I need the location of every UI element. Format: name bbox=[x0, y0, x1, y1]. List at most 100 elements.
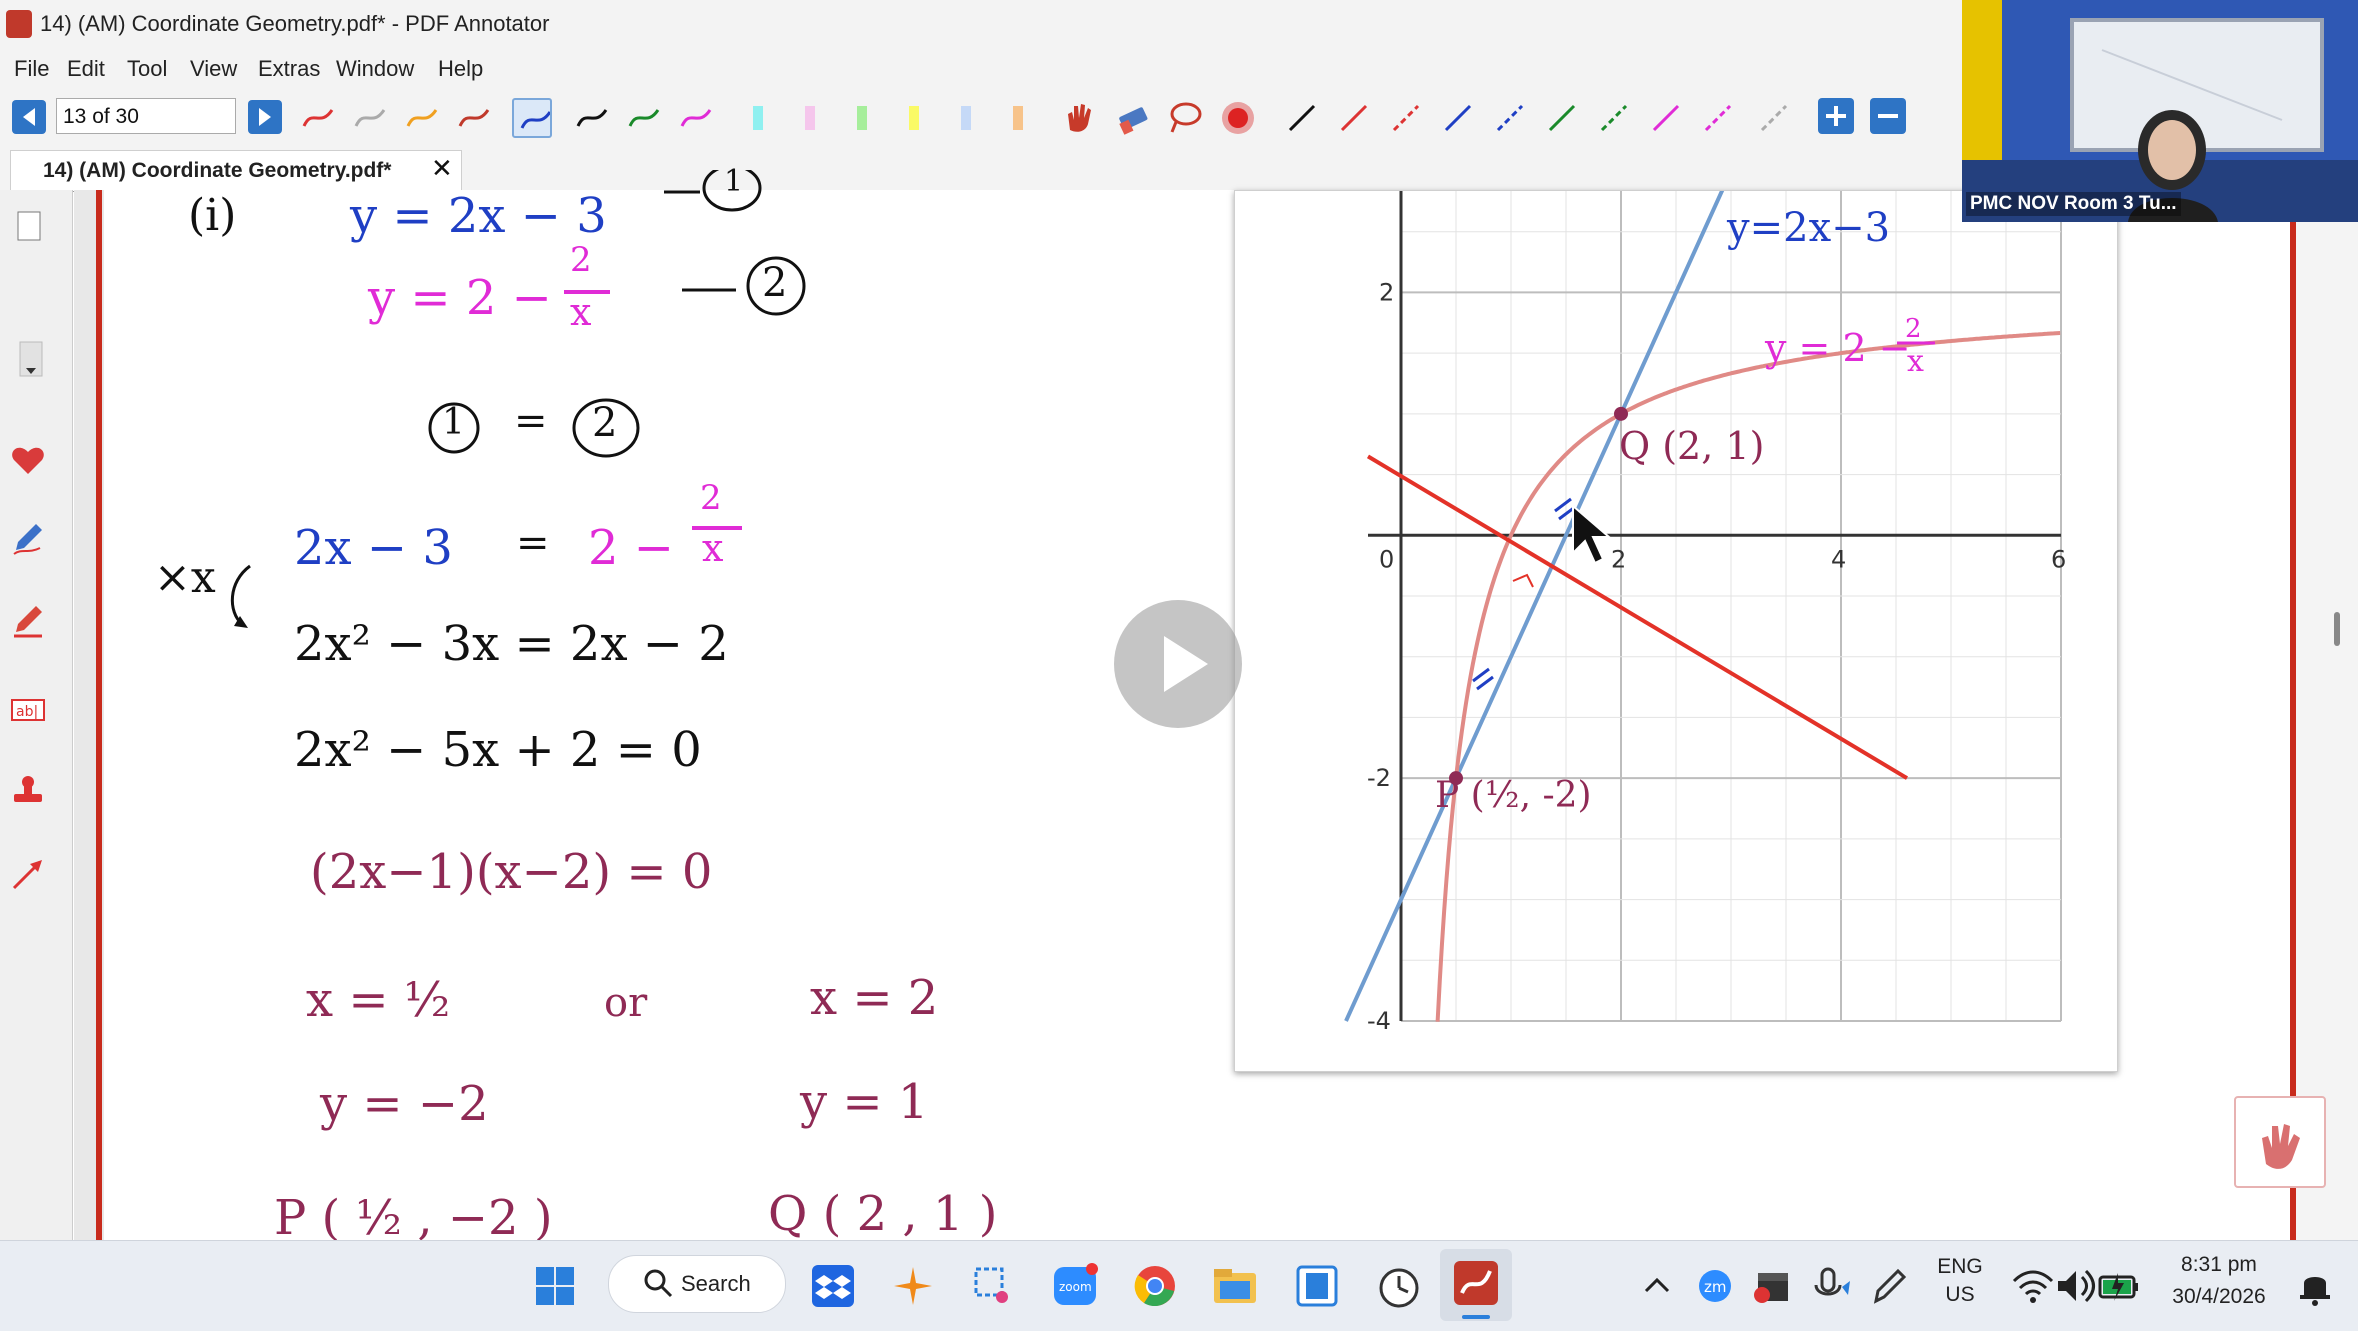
snipping-tool-icon[interactable] bbox=[968, 1261, 1018, 1311]
marker-icon[interactable] bbox=[8, 600, 48, 640]
menu-tool[interactable]: Tool bbox=[127, 56, 167, 82]
highlighter-cyan-icon[interactable] bbox=[744, 98, 784, 138]
line-black-icon[interactable] bbox=[1282, 98, 1322, 138]
windows-start-icon[interactable] bbox=[530, 1261, 580, 1311]
label-p: P (½, -2) bbox=[1435, 775, 1592, 816]
equation-2-denominator: x bbox=[570, 290, 592, 334]
line-green-icon[interactable] bbox=[1542, 98, 1582, 138]
menu-help[interactable]: Help bbox=[438, 56, 483, 82]
scroll-up-down-icon[interactable] bbox=[8, 338, 48, 378]
menu-extras[interactable]: Extras bbox=[258, 56, 320, 82]
multiply-x-note: ×x bbox=[154, 552, 216, 603]
series-line-y=2x-3 bbox=[1344, 191, 1725, 1022]
zoom-app-icon[interactable]: zoom bbox=[1050, 1261, 1100, 1311]
pen-darkred-icon[interactable] bbox=[454, 98, 494, 138]
chrome-icon[interactable] bbox=[1130, 1261, 1180, 1311]
clock-time[interactable]: 8:31 pm bbox=[2154, 1253, 2284, 1277]
previous-page-button[interactable] bbox=[12, 100, 46, 134]
pen-blue-icon[interactable] bbox=[512, 98, 552, 138]
raise-hand-button[interactable] bbox=[2234, 1096, 2326, 1188]
whiteboard-app-icon[interactable] bbox=[1292, 1261, 1342, 1311]
pen-orange-icon[interactable] bbox=[402, 98, 442, 138]
highlighter-green-icon[interactable] bbox=[848, 98, 888, 138]
dashed-line-red-icon[interactable] bbox=[1386, 98, 1426, 138]
heart-favorite-icon[interactable] bbox=[8, 440, 48, 480]
language-line-2[interactable]: US bbox=[1920, 1283, 2000, 1307]
step-3: 2x² − 5x + 2 = 0 bbox=[294, 722, 702, 778]
raise-hand-icon bbox=[2262, 1124, 2300, 1169]
highlighter-pink-icon[interactable] bbox=[796, 98, 836, 138]
step-1-equals: = bbox=[516, 520, 550, 566]
battery-charging-icon[interactable] bbox=[2094, 1261, 2144, 1311]
pen-magenta-icon[interactable] bbox=[676, 98, 716, 138]
page-number-input[interactable]: 13 of 30 bbox=[56, 98, 236, 134]
pdf-annotator-taskbar-button[interactable] bbox=[1440, 1249, 1512, 1321]
dashed-line-green-icon[interactable] bbox=[1594, 98, 1634, 138]
highlighter-yellow-icon[interactable] bbox=[900, 98, 940, 138]
file-explorer-icon[interactable] bbox=[1210, 1261, 1260, 1311]
text-box-icon[interactable]: ab| bbox=[8, 690, 48, 730]
gift-tray-icon[interactable] bbox=[1748, 1261, 1798, 1311]
step-1-numerator: 2 bbox=[700, 478, 722, 518]
zoom-tray-icon[interactable]: zm bbox=[1690, 1261, 1740, 1311]
notification-bell-icon[interactable] bbox=[2290, 1261, 2340, 1311]
clock-date[interactable]: 30/4/2026 bbox=[2154, 1285, 2284, 1309]
menu-window[interactable]: Window bbox=[336, 56, 414, 82]
solution-or: or bbox=[604, 980, 648, 1026]
tab-coordinate-geometry[interactable]: 14) (AM) Coordinate Geometry.pdf* ✕ bbox=[10, 150, 462, 191]
highlighter-blue-icon[interactable] bbox=[952, 98, 992, 138]
x-tick-label: 6 bbox=[2051, 545, 2066, 573]
hand-tool-icon[interactable] bbox=[1060, 98, 1100, 138]
page-thumbnail-icon[interactable] bbox=[8, 206, 48, 246]
curve-label-numerator: 2 bbox=[1905, 314, 1922, 344]
lasso-icon[interactable] bbox=[1164, 98, 1204, 138]
zoom-out-button[interactable] bbox=[1870, 98, 1906, 134]
pen-tray-icon[interactable] bbox=[1864, 1261, 1914, 1311]
eraser-icon[interactable] bbox=[1112, 98, 1152, 138]
line-red-icon[interactable] bbox=[1334, 98, 1374, 138]
dashed-line-grey-icon[interactable] bbox=[1754, 98, 1794, 138]
language-line-1[interactable]: ENG bbox=[1920, 1255, 2000, 1279]
equate-b-label: 2 bbox=[592, 400, 618, 446]
menu-edit[interactable]: Edit bbox=[67, 56, 105, 82]
stamp-icon[interactable] bbox=[8, 770, 48, 810]
record-icon[interactable] bbox=[1218, 98, 1258, 138]
pencil-icon[interactable] bbox=[8, 518, 48, 558]
highlighter-orange-icon[interactable] bbox=[1004, 98, 1044, 138]
dashed-line-magenta-icon[interactable] bbox=[1698, 98, 1738, 138]
equate-a-label: 1 bbox=[442, 402, 465, 443]
speaker-icon[interactable] bbox=[2050, 1261, 2100, 1311]
line-blue-icon[interactable] bbox=[1438, 98, 1478, 138]
pen-green-icon[interactable] bbox=[624, 98, 664, 138]
dash-icon bbox=[682, 256, 806, 316]
pen-grey-icon[interactable] bbox=[350, 98, 390, 138]
graph-image[interactable]: 0 2 4 6 2 -2 -4 y=2x−3 y = 2 − 2 x Q (2, 1) P … bbox=[1234, 190, 2118, 1072]
chevron-up-icon[interactable] bbox=[1632, 1261, 1682, 1311]
coordinate-graph: 0 2 4 6 2 -2 -4 y=2x−3 y = 2 − 2 x Q (2, 1) P … bbox=[1344, 191, 2066, 1035]
step-1-right: 2 − bbox=[588, 520, 675, 576]
video-participant-tile[interactable]: PMC NOV Room 3 Tu... bbox=[1962, 0, 2358, 222]
vertical-scrollbar[interactable] bbox=[2296, 190, 2358, 1240]
scrollbar-thumb[interactable] bbox=[2334, 612, 2340, 646]
microphone-tray-icon[interactable] bbox=[1806, 1261, 1856, 1311]
menu-file[interactable]: File bbox=[14, 56, 49, 82]
taskbar-search[interactable]: Search bbox=[608, 1255, 786, 1313]
y-tick-label: 2 bbox=[1379, 278, 1394, 306]
sparkle-app-icon[interactable] bbox=[888, 1261, 938, 1311]
line-magenta-icon[interactable] bbox=[1646, 98, 1686, 138]
next-page-button[interactable] bbox=[248, 100, 282, 134]
dropbox-icon[interactable] bbox=[808, 1261, 858, 1311]
clock-app-icon[interactable] bbox=[1374, 1261, 1424, 1311]
menu-view[interactable]: View bbox=[190, 56, 237, 82]
step-1-denominator: x bbox=[702, 526, 724, 570]
zoom-in-button[interactable] bbox=[1818, 98, 1854, 134]
arrow-tool-icon[interactable] bbox=[8, 854, 48, 894]
pen-black-icon[interactable] bbox=[572, 98, 612, 138]
axes bbox=[1368, 191, 2061, 1021]
close-tab-button[interactable]: ✕ bbox=[431, 154, 453, 184]
play-button[interactable] bbox=[1114, 600, 1242, 728]
part-label: (i) bbox=[188, 190, 237, 241]
equate-circle-1: 1 bbox=[424, 398, 484, 458]
pen-red-icon[interactable] bbox=[298, 98, 338, 138]
dashed-line-blue-icon[interactable] bbox=[1490, 98, 1530, 138]
